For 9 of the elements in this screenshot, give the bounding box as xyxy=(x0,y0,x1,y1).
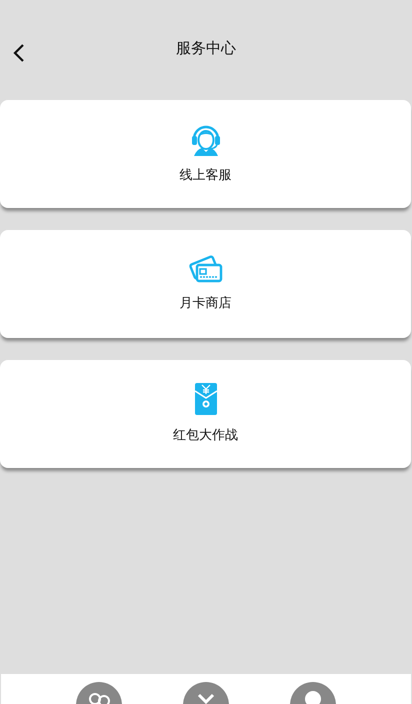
service-label: 红包大作战 xyxy=(173,427,238,446)
service-card[interactable]: 线上客服 xyxy=(0,100,411,208)
page-title: 服务中心 xyxy=(176,38,236,59)
service-label: 月卡商店 xyxy=(180,295,232,314)
envelope-icon xyxy=(194,382,218,416)
service-card[interactable]: 月卡商店 xyxy=(0,230,411,338)
service-label: 线上客服 xyxy=(180,167,232,186)
cards-icon xyxy=(188,254,222,284)
service-card[interactable]: 红包大作战 xyxy=(0,360,411,468)
